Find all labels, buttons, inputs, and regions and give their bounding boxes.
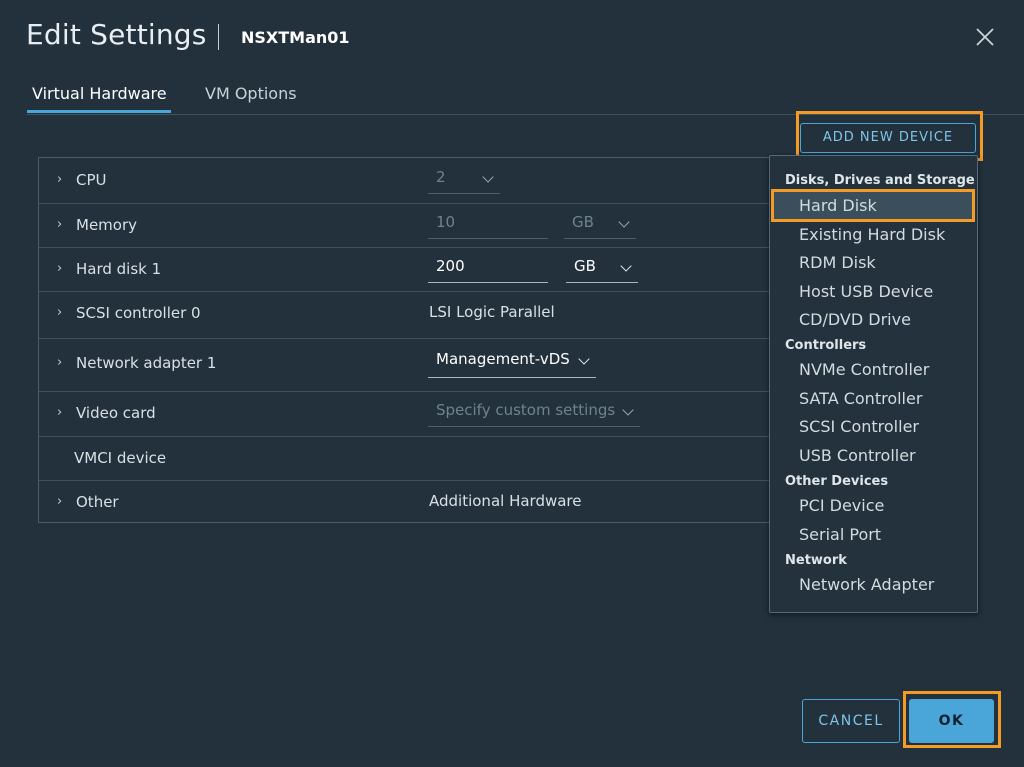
highlight-box [796,111,983,161]
menu-item-pci-device[interactable]: PCI Device [799,496,884,515]
video-card-select[interactable]: Specify custom settings [428,401,640,427]
network-select[interactable]: Management-vDS [428,350,596,378]
menu-item-cd-dvd-drive[interactable]: CD/DVD Drive [799,310,911,329]
close-icon[interactable] [974,26,996,48]
chevron-right-icon[interactable]: › [57,217,62,232]
row-memory: › Memory 10 GB [39,203,799,248]
menu-item-nvme-controller[interactable]: NVMe Controller [799,360,929,379]
menu-item-scsi-controller[interactable]: SCSI Controller [799,417,919,436]
row-vmci-device: VMCI device [39,436,799,481]
row-network-adapter: › Network adapter 1 Management-vDS [39,338,799,392]
menu-item-host-usb-device[interactable]: Host USB Device [799,282,933,301]
hard-disk-unit-select[interactable]: GB [566,257,638,283]
memory-label: Memory [76,216,138,234]
row-video-card: › Video card Specify custom settings [39,391,799,437]
cpu-label: CPU [76,171,107,189]
row-scsi-controller: › SCSI controller 0 LSI Logic Parallel [39,291,799,339]
chevron-right-icon[interactable]: › [57,261,62,276]
vm-name: NSXTMan01 [241,28,350,47]
row-hard-disk: › Hard disk 1 200 GB [39,247,799,292]
add-device-menu: Disks, Drives and Storage Hard Disk Exis… [769,155,978,613]
menu-group-header: Disks, Drives and Storage [785,173,975,188]
highlight-box [903,691,1001,748]
video-card-label: Video card [76,404,156,422]
active-tab-indicator [27,110,171,113]
chevron-down-icon [620,260,632,272]
menu-item-rdm-disk[interactable]: RDM Disk [799,253,876,272]
menu-item-usb-controller[interactable]: USB Controller [799,446,916,465]
tab-vm-options[interactable]: VM Options [205,84,297,103]
hard-disk-size-input[interactable]: 200 [428,257,548,283]
network-label: Network adapter 1 [76,354,217,372]
scsi-value: LSI Logic Parallel [429,303,555,321]
chevron-right-icon[interactable]: › [57,405,62,420]
chevron-down-icon [482,171,494,183]
chevron-right-icon[interactable]: › [57,355,62,370]
highlight-box [771,189,975,222]
vmci-label: VMCI device [74,449,167,467]
menu-item-sata-controller[interactable]: SATA Controller [799,389,922,408]
hardware-table: › CPU 2 › Memory 10 GB › Hard disk 1 200… [38,157,799,523]
scsi-label: SCSI controller 0 [76,304,201,322]
menu-group-header: Other Devices [785,474,889,489]
chevron-right-icon[interactable]: › [57,172,62,187]
row-other: › Other Additional Hardware [39,480,799,522]
chevron-down-icon [618,216,630,228]
menu-group-header: Network [785,553,847,568]
menu-group-header: Controllers [785,338,867,353]
row-cpu: › CPU 2 [39,158,799,204]
title-divider [218,24,219,50]
menu-item-serial-port[interactable]: Serial Port [799,525,881,544]
hard-disk-label: Hard disk 1 [76,260,162,278]
cancel-button[interactable]: CANCEL [802,699,900,743]
memory-unit-select[interactable]: GB [564,213,636,239]
tab-virtual-hardware[interactable]: Virtual Hardware [32,84,167,103]
chevron-right-icon[interactable]: › [57,494,62,509]
chevron-down-icon [622,404,634,416]
cpu-select[interactable]: 2 [428,168,500,194]
menu-item-existing-hard-disk[interactable]: Existing Hard Disk [799,225,945,244]
other-value: Additional Hardware [429,492,582,510]
memory-input[interactable]: 10 [428,213,548,239]
dialog-title: Edit Settings [26,18,207,51]
other-label: Other [76,493,119,511]
menu-item-network-adapter[interactable]: Network Adapter [799,575,934,594]
chevron-down-icon [578,353,590,365]
chevron-right-icon[interactable]: › [57,305,62,320]
